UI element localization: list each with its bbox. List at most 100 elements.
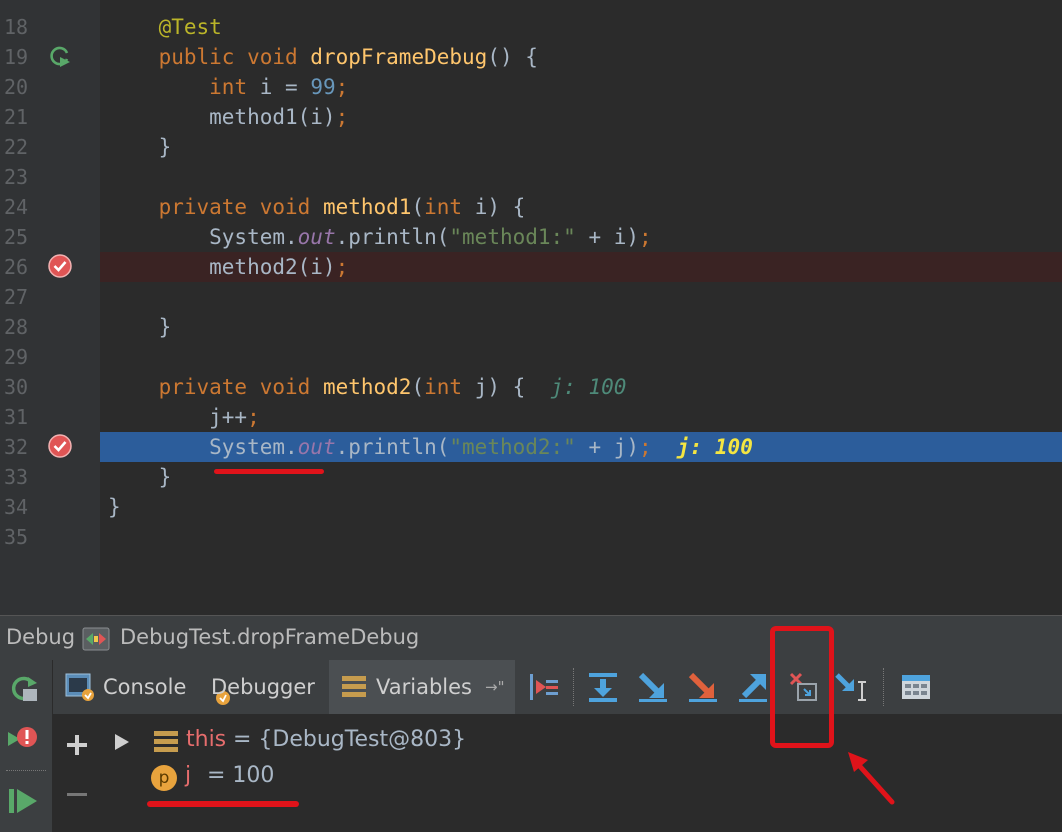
pin-tab-icon[interactable]: →": [485, 660, 504, 714]
code-line[interactable]: method1(i);: [108, 102, 348, 132]
code-token: }: [108, 135, 172, 159]
code-line[interactable]: method2(i);: [108, 252, 348, 282]
code-token: private void: [158, 195, 323, 219]
code-token: System.: [108, 225, 298, 249]
debug-tool-window-header: Debug DebugTest.dropFrameDebug: [0, 615, 1062, 660]
line-number: 21: [4, 105, 29, 129]
variable-value: = {DebugTest@803}: [233, 727, 467, 752]
code-token: (: [411, 375, 425, 399]
red-underline-annotation: [214, 469, 324, 474]
line-number: 27: [4, 285, 29, 309]
line-number: 31: [4, 405, 29, 429]
code-line[interactable]: }: [108, 312, 172, 342]
line-number: 32: [4, 435, 29, 459]
code-token: dropFrameDebug: [310, 45, 488, 69]
tab-debugger-label: Debugger: [211, 675, 315, 699]
variables-icon: [342, 676, 366, 697]
code-token: System.: [108, 435, 298, 459]
line-number: 26: [4, 255, 29, 279]
code-line[interactable]: }: [108, 492, 121, 522]
code-line[interactable]: private void method2(int j) { j: 100: [108, 372, 627, 402]
code-line[interactable]: j++;: [108, 402, 260, 432]
red-underline-annotation: [147, 801, 299, 807]
variables-panel[interactable]: this = {DebugTest@803} p j = 100: [53, 715, 1062, 832]
code-token: }: [108, 495, 121, 519]
toolbar-separator: [883, 668, 884, 706]
code-line[interactable]: int i = 99;: [108, 72, 348, 102]
step-out-icon[interactable]: [736, 670, 770, 704]
breakpoint-icon[interactable]: [48, 434, 72, 458]
code-token: j++: [108, 405, 248, 429]
variable-name: this: [186, 727, 227, 752]
code-line[interactable]: System.out.println("method1:" + i);: [108, 222, 652, 252]
code-token: int: [209, 75, 260, 99]
code-line[interactable]: public void dropFrameDebug() {: [108, 42, 538, 72]
line-number: 23: [4, 165, 29, 189]
code-line[interactable]: }: [108, 462, 172, 492]
console-icon: [65, 673, 94, 701]
show-execution-point-icon[interactable]: [526, 670, 560, 704]
code-token: private void: [158, 375, 323, 399]
resume-icon[interactable]: [6, 784, 40, 818]
code-line[interactable]: @Test: [108, 12, 222, 42]
code-token: method2(i): [108, 255, 336, 279]
code-token: out: [297, 435, 336, 459]
line-number: 19: [4, 45, 29, 69]
red-arrow-annotation: [848, 752, 895, 805]
step-into-icon[interactable]: [636, 670, 670, 704]
code-token: }: [108, 465, 172, 489]
code-token: public void: [158, 45, 311, 69]
code-token: (: [411, 195, 425, 219]
code-token: j: 100: [676, 435, 753, 459]
line-number: 22: [4, 135, 29, 159]
add-watch-icon[interactable]: [65, 733, 89, 757]
tab-debugger[interactable]: Debugger: [201, 660, 323, 714]
code-line[interactable]: }: [108, 132, 172, 162]
code-token: ;: [639, 225, 652, 249]
line-number: 33: [4, 465, 29, 489]
force-step-into-icon[interactable]: [686, 670, 720, 704]
code-token: @Test: [158, 15, 222, 39]
rerun-icon[interactable]: [6, 672, 40, 706]
code-line[interactable]: private void method1(int i) {: [108, 192, 526, 222]
variable-value: = 100: [207, 763, 275, 788]
code-token: .println(: [335, 225, 450, 249]
breakpoint-icon[interactable]: [48, 254, 72, 278]
run-test-gutter-icon[interactable]: [48, 44, 72, 68]
code-token: () {: [487, 45, 538, 69]
debug-left-toolbar: [0, 660, 53, 832]
stop-icon[interactable]: [6, 722, 40, 756]
code-token: ;: [335, 255, 349, 279]
code-line[interactable]: System.out.println("method2:" + j); j: 1…: [108, 432, 753, 462]
debugger-tab-bar: Console Debugger Variables →": [53, 660, 1062, 715]
line-number: 30: [4, 375, 29, 399]
step-over-icon[interactable]: [586, 670, 620, 704]
toolbar-separator: [6, 770, 46, 771]
line-number: 34: [4, 495, 29, 519]
code-token: + j): [575, 435, 640, 459]
red-highlight-box: [770, 626, 834, 748]
debug-tool-window-title: Debug: [6, 625, 76, 649]
expand-arrow-icon[interactable]: [113, 732, 131, 752]
code-token: method2: [322, 375, 412, 399]
run-to-cursor-icon[interactable]: [834, 670, 868, 704]
code-token: ;: [639, 435, 677, 459]
tab-variables-label: Variables: [376, 675, 472, 699]
code-token: int: [424, 375, 475, 399]
code-token: ;: [247, 405, 260, 429]
code-token: 99: [310, 75, 336, 99]
code-token: + i): [575, 225, 640, 249]
evaluate-expression-icon[interactable]: [899, 670, 933, 704]
remove-watch-icon[interactable]: [65, 783, 89, 807]
tab-variables[interactable]: Variables →": [329, 660, 515, 714]
code-token: i =: [259, 75, 311, 99]
parameter-badge-icon: p: [151, 765, 177, 791]
code-editor[interactable]: 18 19 20 21 22 23 24 25 26 27 28 29 30 3…: [0, 0, 1062, 615]
debug-session-tab[interactable]: DebugTest.dropFrameDebug: [120, 625, 419, 649]
code-token: j: 100: [550, 375, 627, 399]
tab-console[interactable]: Console: [57, 660, 197, 714]
line-number: 20: [4, 75, 29, 99]
